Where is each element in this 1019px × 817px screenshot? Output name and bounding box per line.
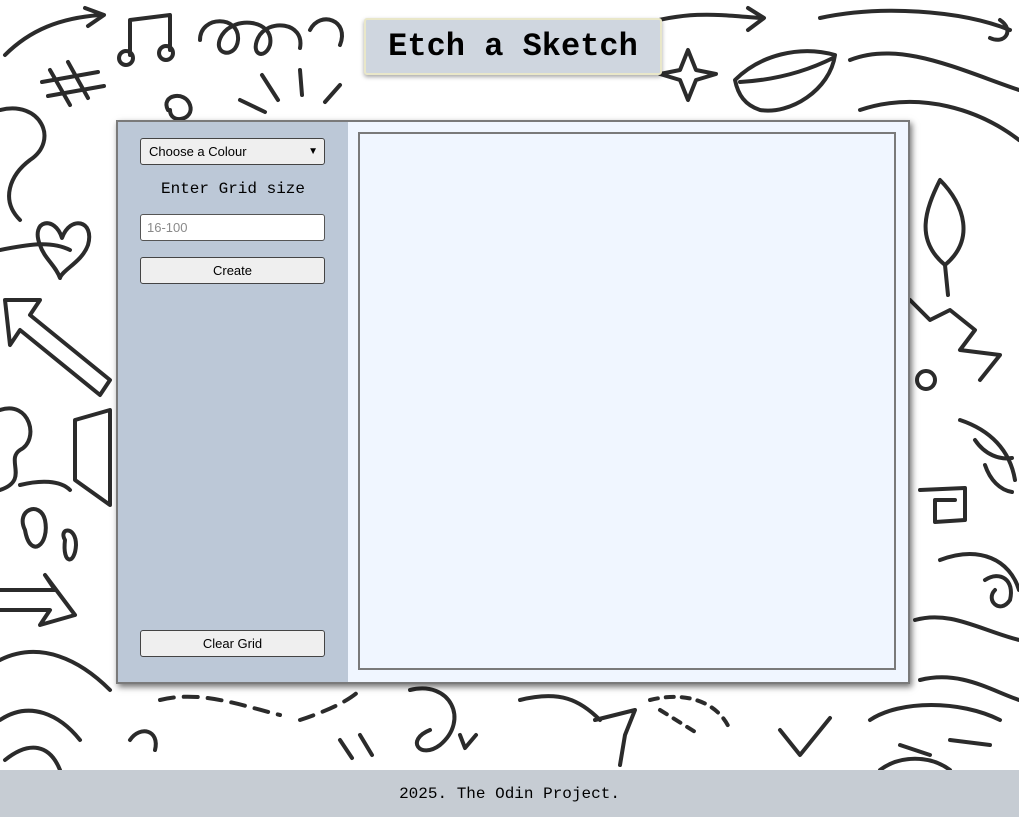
colour-select[interactable]: Choose a Colour ▼ [140, 138, 325, 165]
canvas-area [348, 122, 908, 682]
grid-size-label: Enter Grid size [160, 180, 306, 198]
colour-select-value: Choose a Colour [149, 144, 247, 159]
footer-text: 2025. The Odin Project. [399, 784, 620, 803]
sketch-grid[interactable] [358, 132, 896, 670]
clear-grid-button[interactable]: Clear Grid [140, 630, 325, 657]
control-sidebar: Choose a Colour ▼ Enter Grid size 16-100… [118, 122, 348, 682]
sketch-panel: Choose a Colour ▼ Enter Grid size 16-100… [116, 120, 910, 684]
footer: 2025. The Odin Project. [0, 770, 1019, 817]
chevron-down-icon: ▼ [308, 146, 318, 157]
create-button[interactable]: Create [140, 257, 325, 284]
grid-size-input[interactable]: 16-100 [140, 214, 325, 241]
page-title: Etch a Sketch [364, 18, 662, 75]
grid-size-placeholder: 16-100 [147, 220, 188, 235]
